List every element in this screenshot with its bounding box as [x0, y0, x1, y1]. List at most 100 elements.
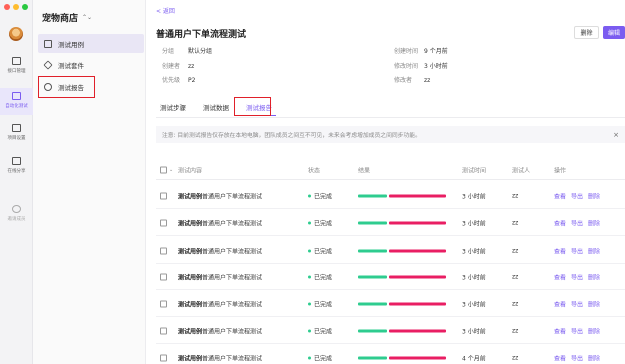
- header-content: 测试内容: [178, 167, 203, 174]
- workspace-selector[interactable]: 宠物商店 ⌃⌄: [42, 11, 92, 24]
- delete-link[interactable]: 删除: [588, 191, 600, 200]
- rail-item-invite[interactable]: 邀请成员: [0, 205, 33, 222]
- row-status: 已完成: [308, 299, 332, 308]
- view-link[interactable]: 查看: [554, 353, 566, 362]
- view-link[interactable]: 查看: [554, 326, 566, 335]
- header-status: 状态: [308, 167, 321, 174]
- view-link[interactable]: 查看: [554, 299, 566, 308]
- highlight-box: [38, 76, 95, 98]
- row-prefix: 测试用例: [178, 274, 203, 281]
- table-row[interactable]: 测试用例普通用户下单流程测试 已完成 4 个月前 zz 查看 导出 删除: [156, 345, 625, 364]
- table-row[interactable]: 测试用例普通用户下单流程测试 已完成 3 小时前 zz 查看 导出 删除: [156, 264, 625, 290]
- export-link[interactable]: 导出: [571, 326, 583, 335]
- delete-link[interactable]: 删除: [588, 246, 600, 255]
- table-row[interactable]: 测试用例普通用户下单流程测试 已完成 3 小时前 zz 查看 导出 删除: [156, 210, 625, 236]
- row-content[interactable]: 测试用例普通用户下单流程测试: [178, 272, 262, 281]
- rail-item-label: 自动化测试: [5, 103, 28, 109]
- delete-link[interactable]: 删除: [588, 218, 600, 227]
- pass-segment: [358, 221, 387, 224]
- delete-link[interactable]: 删除: [588, 326, 600, 335]
- row-tester: zz: [512, 327, 519, 334]
- row-checkbox[interactable]: [160, 192, 167, 199]
- select-all-checkbox[interactable]: [160, 166, 167, 173]
- row-checkbox[interactable]: [160, 219, 167, 226]
- highlight-box: [234, 97, 271, 116]
- fail-segment: [389, 221, 446, 224]
- close-window-icon[interactable]: [4, 4, 10, 10]
- header-ops: 操作: [554, 167, 567, 174]
- row-content[interactable]: 测试用例普通用户下单流程测试: [178, 218, 262, 227]
- sidebar-item-test-suites[interactable]: 测试套件: [38, 55, 144, 74]
- row-tester: zz: [512, 354, 519, 361]
- meta-modifier: 修改者 zz: [394, 75, 430, 84]
- row-checkbox[interactable]: [160, 327, 167, 334]
- status-text: 已完成: [314, 301, 333, 308]
- meta-key: 分组: [162, 48, 175, 55]
- row-checkbox[interactable]: [160, 247, 167, 254]
- rail-item-settings[interactable]: 项目设置: [0, 124, 33, 141]
- status-text: 已完成: [314, 220, 333, 227]
- row-checkbox[interactable]: [160, 300, 167, 307]
- row-prefix: 测试用例: [178, 220, 203, 227]
- rail-item-api[interactable]: 接口管理: [0, 57, 33, 74]
- notice-text: 注意: 目前测试报告仅存放在本地电脑，团队成员之间互不可见，未来会考虑增加成员之…: [162, 133, 421, 139]
- row-checkbox[interactable]: [160, 354, 167, 361]
- row-tester: zz: [512, 219, 519, 226]
- table-row[interactable]: 测试用例普通用户下单流程测试 已完成 3 小时前 zz 查看 导出 删除: [156, 318, 625, 344]
- delete-link[interactable]: 删除: [588, 272, 600, 281]
- rail-item-automation[interactable]: 自动化测试: [0, 88, 33, 115]
- test-case-icon: [44, 39, 52, 48]
- status-dot-icon: [308, 356, 311, 359]
- view-link[interactable]: 查看: [554, 272, 566, 281]
- export-link[interactable]: 导出: [571, 353, 583, 362]
- tab-test-steps[interactable]: 测试步骤: [156, 100, 190, 116]
- back-link[interactable]: < 返回: [156, 6, 175, 15]
- row-tester: zz: [512, 247, 519, 254]
- invite-icon: [12, 205, 21, 213]
- row-status: 已完成: [308, 272, 332, 281]
- export-link[interactable]: 导出: [571, 218, 583, 227]
- rail-item-share[interactable]: 在线分享: [0, 157, 33, 174]
- row-content[interactable]: 测试用例普通用户下单流程测试: [178, 353, 262, 362]
- pass-segment: [358, 329, 387, 332]
- table-row[interactable]: 测试用例普通用户下单流程测试 已完成 3 小时前 zz 查看 导出 删除: [156, 238, 625, 264]
- maximize-window-icon[interactable]: [22, 4, 28, 10]
- export-link[interactable]: 导出: [571, 272, 583, 281]
- row-time: 3 小时前: [462, 274, 486, 281]
- meta-key: 优先级: [162, 77, 181, 84]
- view-link[interactable]: 查看: [554, 191, 566, 200]
- row-time: 4 个月前: [462, 355, 486, 362]
- export-link[interactable]: 导出: [571, 246, 583, 255]
- row-content[interactable]: 测试用例普通用户下单流程测试: [178, 326, 262, 335]
- row-content[interactable]: 测试用例普通用户下单流程测试: [178, 191, 262, 200]
- sidebar-item-label: 测试套件: [58, 61, 84, 70]
- table-row[interactable]: 测试用例普通用户下单流程测试 已完成 3 小时前 zz 查看 导出 删除: [156, 183, 625, 209]
- row-time: 3 小时前: [462, 220, 486, 227]
- avatar[interactable]: [9, 27, 23, 41]
- chevron-down-icon[interactable]: ⌄: [169, 167, 173, 173]
- row-ops: 查看 导出 删除: [554, 218, 600, 227]
- row-ops: 查看 导出 删除: [554, 246, 600, 255]
- row-content[interactable]: 测试用例普通用户下单流程测试: [178, 246, 262, 255]
- row-checkbox[interactable]: [160, 273, 167, 280]
- view-link[interactable]: 查看: [554, 246, 566, 255]
- row-tester: zz: [512, 273, 519, 280]
- delete-link[interactable]: 删除: [588, 299, 600, 308]
- delete-link[interactable]: 删除: [588, 353, 600, 362]
- minimize-window-icon[interactable]: [13, 4, 19, 10]
- delete-button[interactable]: 删除: [574, 26, 599, 39]
- row-status: 已完成: [308, 191, 332, 200]
- sidebar-item-test-cases[interactable]: 测试用例: [38, 34, 144, 53]
- share-icon: [12, 157, 21, 165]
- row-content[interactable]: 测试用例普通用户下单流程测试: [178, 299, 262, 308]
- tab-test-data[interactable]: 测试数据: [199, 100, 233, 116]
- fail-segment: [389, 302, 446, 305]
- edit-button[interactable]: 编辑: [603, 26, 625, 39]
- rail-item-label: 接口管理: [7, 68, 26, 74]
- close-icon[interactable]: ×: [613, 131, 619, 139]
- table-row[interactable]: 测试用例普通用户下单流程测试 已完成 3 小时前 zz 查看 导出 删除: [156, 291, 625, 317]
- view-link[interactable]: 查看: [554, 218, 566, 227]
- export-link[interactable]: 导出: [571, 299, 583, 308]
- export-link[interactable]: 导出: [571, 191, 583, 200]
- row-ops: 查看 导出 删除: [554, 326, 600, 335]
